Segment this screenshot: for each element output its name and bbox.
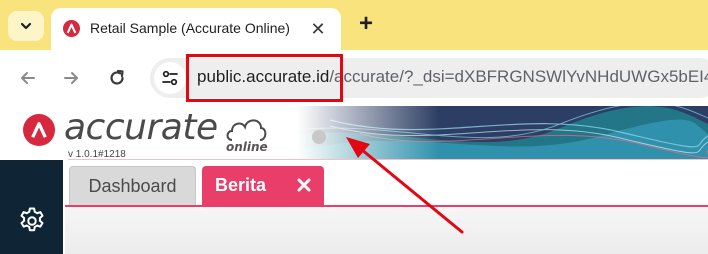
browser-tab-strip: Retail Sample (Accurate Online) ✕ +	[0, 0, 708, 50]
sidebar	[0, 160, 63, 254]
back-arrow-icon	[21, 72, 35, 84]
browser-toolbar: public.accurate.id/accurate/?_dsi=dXBFRG…	[0, 50, 708, 106]
app-tab-bar: Dashboard Berita	[63, 160, 708, 254]
tab-close-icon[interactable]: ✕	[307, 18, 329, 40]
main-content	[65, 207, 708, 254]
app-logo-text: accurate	[64, 107, 218, 148]
new-tab-button[interactable]: +	[352, 10, 380, 38]
reload-icon	[110, 69, 124, 85]
forward-button[interactable]	[57, 64, 85, 92]
url-highlight-box	[186, 54, 343, 102]
chevron-down-icon	[20, 22, 32, 30]
browser-tab-title: Retail Sample (Accurate Online)	[90, 20, 290, 36]
settings-button[interactable]	[15, 204, 49, 238]
accurate-logo-icon	[63, 20, 80, 37]
browser-tab-active[interactable]: Retail Sample (Accurate Online) ✕	[51, 8, 341, 50]
back-button[interactable]	[14, 64, 42, 92]
app-header: accurate online v 1.0.1#1218	[0, 106, 708, 160]
tab-dashboard[interactable]: Dashboard	[69, 166, 196, 206]
forward-arrow-icon	[64, 72, 78, 84]
app-logo-online: online	[226, 140, 268, 154]
cloud-icon	[226, 119, 267, 141]
close-icon[interactable]	[294, 175, 314, 195]
connection-status-dot	[312, 130, 326, 144]
tab-berita[interactable]: Berita	[202, 166, 324, 206]
gear-icon	[20, 207, 44, 232]
url-path: /accurate/?_dsi=dXBFRGNSWlYvNHdUWGx5bEI4	[329, 67, 708, 86]
site-info-button[interactable]	[154, 62, 186, 94]
tune-icon	[162, 70, 178, 86]
tab-berita-label: Berita	[215, 175, 267, 195]
tab-search-button[interactable]	[8, 11, 44, 41]
reload-button[interactable]	[103, 64, 131, 92]
accurate-logo-icon	[23, 114, 55, 146]
